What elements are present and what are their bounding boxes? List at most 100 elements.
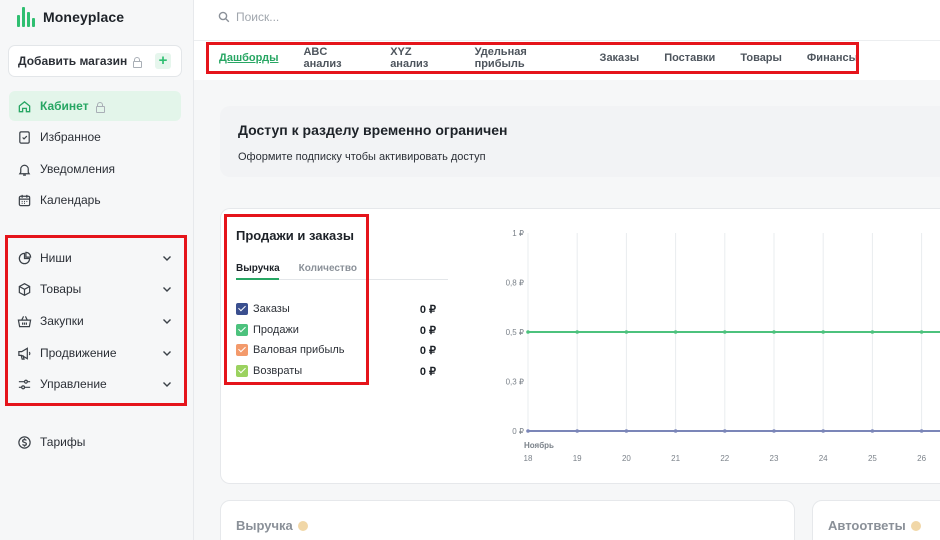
sidebar-item-purchases[interactable]: Закупки bbox=[9, 306, 181, 336]
data-point bbox=[723, 330, 727, 334]
chart-svg: 0 ₽ 0,3 ₽ 0,5 ₽ 0,8 ₽ 1 ₽ Ноябрь 18 19 20 21 22 23 2… bbox=[506, 229, 940, 463]
legend-item[interactable]: Заказы 0 ₽ bbox=[236, 299, 436, 320]
logo[interactable]: Moneyplace bbox=[17, 7, 124, 27]
sidebar-item-calendar[interactable]: Календарь bbox=[9, 185, 181, 215]
tab-products[interactable]: Товары bbox=[740, 52, 782, 64]
tab-finance[interactable]: Финансы bbox=[807, 52, 858, 64]
access-notice: Доступ к разделу временно ограничен Офор… bbox=[220, 106, 940, 177]
sliders-icon bbox=[16, 376, 32, 392]
search-bar[interactable]: Поиск... bbox=[218, 10, 279, 24]
y-tick-label: 0 ₽ bbox=[512, 427, 524, 436]
chevron-down-icon[interactable] bbox=[161, 378, 173, 390]
chevron-down-icon[interactable] bbox=[161, 252, 173, 264]
basket-icon bbox=[16, 313, 32, 329]
tab-dashboards[interactable]: Дашборды bbox=[219, 52, 278, 64]
sidebar-item-label: Календарь bbox=[40, 193, 101, 207]
sidebar-item-label: Продвижение bbox=[40, 346, 117, 360]
info-icon[interactable] bbox=[297, 520, 308, 531]
bell-icon bbox=[16, 161, 32, 177]
tab-xyz[interactable]: XYZ анализ bbox=[390, 46, 449, 70]
y-tick-label: 0,8 ₽ bbox=[506, 279, 524, 288]
chevron-down-icon[interactable] bbox=[161, 347, 173, 359]
tab-quantity[interactable]: Количество bbox=[299, 263, 357, 274]
info-icon[interactable] bbox=[910, 520, 921, 531]
chevron-down-icon[interactable] bbox=[161, 283, 173, 295]
sidebar-item-cabinet[interactable]: Кабинет bbox=[9, 91, 181, 121]
x-tick-label: 20 bbox=[622, 454, 631, 463]
sidebar-item-notifications[interactable]: Уведомления bbox=[9, 154, 181, 184]
sidebar-item-promotion[interactable]: Продвижение bbox=[9, 338, 181, 368]
sidebar-item-products[interactable]: Товары bbox=[9, 274, 181, 304]
tab-revenue[interactable]: Выручка bbox=[236, 263, 280, 274]
sidebar-item-label: Кабинет bbox=[40, 99, 89, 113]
sidebar-item-tariffs[interactable]: Тарифы bbox=[9, 427, 181, 457]
lock-icon bbox=[133, 56, 143, 68]
data-point bbox=[870, 429, 875, 433]
tab-orders[interactable]: Заказы bbox=[600, 52, 640, 64]
calendar-icon bbox=[16, 192, 32, 208]
sales-chart: 0 ₽ 0,3 ₽ 0,5 ₽ 0,8 ₽ 1 ₽ Ноябрь 18 19 20 21 22 23 2… bbox=[490, 222, 940, 470]
chevron-down-icon[interactable] bbox=[161, 315, 173, 327]
sidebar-item-management[interactable]: Управление bbox=[9, 369, 181, 399]
plus-icon[interactable]: + bbox=[155, 53, 171, 69]
pie-icon bbox=[16, 250, 32, 266]
checkbox-icon[interactable] bbox=[236, 344, 248, 357]
logo-icon bbox=[17, 7, 36, 27]
data-point bbox=[919, 330, 924, 334]
active-tab-indicator bbox=[236, 278, 279, 280]
home-icon bbox=[16, 98, 32, 114]
bookmark-icon bbox=[16, 129, 32, 145]
sidebar-item-niches[interactable]: Ниши bbox=[9, 243, 181, 273]
sidebar: Moneyplace Добавить магазин + Кабинет Из… bbox=[0, 0, 194, 540]
x-tick-label: 24 bbox=[819, 454, 828, 463]
legend-label: Возвраты bbox=[253, 364, 303, 377]
sidebar-item-label: Закупки bbox=[40, 314, 84, 328]
tab-abc[interactable]: ABC анализ bbox=[303, 46, 365, 70]
data-point bbox=[624, 330, 629, 334]
x-tick-label: 22 bbox=[720, 454, 729, 463]
tab-supplies[interactable]: Поставки bbox=[664, 52, 715, 64]
revenue-title-text: Выручка bbox=[236, 518, 293, 533]
data-point bbox=[919, 429, 924, 433]
sidebar-item-label: Управление bbox=[40, 377, 107, 391]
data-point bbox=[772, 330, 776, 334]
x-tick-label: 26 bbox=[917, 454, 926, 463]
sidebar-item-favorites[interactable]: Избранное bbox=[9, 122, 181, 152]
x-tick-label: 25 bbox=[868, 454, 877, 463]
checkbox-icon[interactable] bbox=[236, 364, 248, 377]
legend: Заказы 0 ₽ Продажи 0 ₽ Валовая прибыль 0… bbox=[236, 299, 436, 381]
sidebar-item-label: Товары bbox=[40, 282, 82, 296]
legend-item[interactable]: Возвраты 0 ₽ bbox=[236, 361, 436, 382]
sidebar-item-label: Ниши bbox=[40, 251, 72, 265]
autoreply-card: Автоответы bbox=[812, 500, 940, 540]
y-tick-label: 0,3 ₽ bbox=[506, 378, 524, 387]
legend-value: 0 ₽ bbox=[419, 365, 436, 378]
legend-label: Продажи bbox=[253, 323, 299, 336]
legend-item[interactable]: Валовая прибыль 0 ₽ bbox=[236, 340, 436, 361]
card-title: Продажи и заказы bbox=[236, 228, 354, 243]
notice-title: Доступ к разделу временно ограничен bbox=[238, 122, 508, 138]
dollar-icon bbox=[16, 434, 32, 450]
legend-item[interactable]: Продажи 0 ₽ bbox=[236, 320, 436, 341]
month-label: Ноябрь bbox=[524, 441, 554, 450]
data-point bbox=[575, 330, 579, 334]
search-input[interactable]: Поиск... bbox=[236, 10, 279, 24]
add-store-label: Добавить магазин bbox=[18, 54, 128, 68]
checkbox-icon[interactable] bbox=[236, 323, 248, 336]
x-tick-label: 21 bbox=[671, 454, 680, 463]
legend-label: Заказы bbox=[253, 303, 290, 316]
tab-unit-profit[interactable]: Удельная прибыль bbox=[475, 46, 575, 70]
sidebar-item-label: Избранное bbox=[40, 130, 101, 144]
data-point bbox=[723, 429, 727, 433]
add-store-button[interactable]: Добавить магазин + bbox=[8, 45, 182, 77]
x-tick-label: 23 bbox=[770, 454, 779, 463]
revenue-title: Выручка bbox=[236, 518, 308, 533]
revenue-card: Выручка bbox=[220, 500, 795, 540]
autoreply-title: Автоответы bbox=[828, 518, 921, 533]
checkbox-icon[interactable] bbox=[236, 303, 248, 316]
data-point bbox=[673, 330, 678, 334]
x-tick-label: 18 bbox=[524, 454, 533, 463]
x-tick-label: 19 bbox=[573, 454, 582, 463]
search-icon bbox=[218, 11, 230, 23]
data-point bbox=[526, 330, 530, 334]
